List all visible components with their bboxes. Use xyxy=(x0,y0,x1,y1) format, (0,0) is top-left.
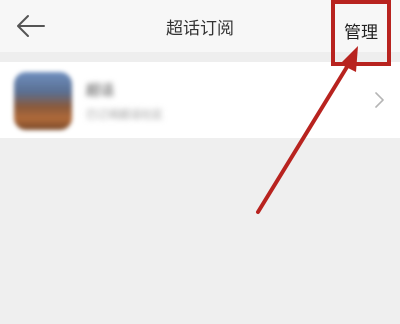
chevron-right-icon xyxy=(372,90,386,110)
item-subtitle: 已订阅超话社区 xyxy=(86,108,163,121)
list-item[interactable]: 超话 已订阅超话社区 xyxy=(0,62,400,138)
avatar xyxy=(14,72,72,130)
empty-content-area xyxy=(0,138,400,324)
item-name: 超话 xyxy=(86,83,114,99)
manage-button[interactable]: 管理 xyxy=(335,18,387,43)
back-arrow-icon[interactable] xyxy=(14,12,46,40)
manage-highlight-box: 管理 xyxy=(331,0,391,66)
